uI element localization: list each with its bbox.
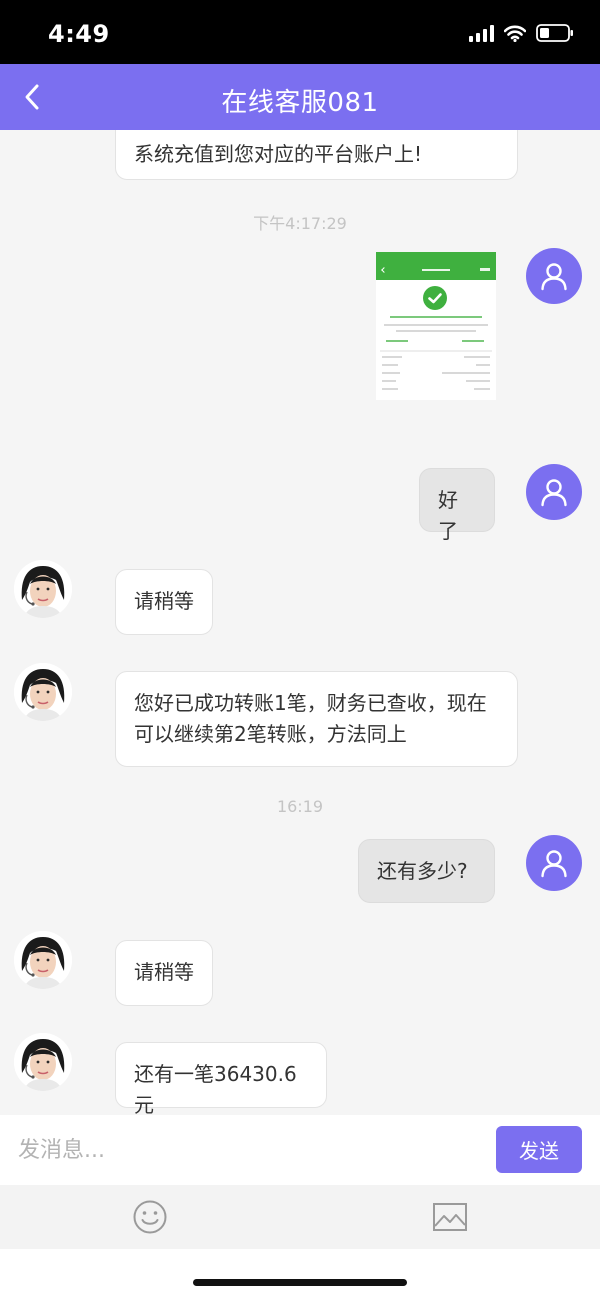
message-input[interactable] (18, 1134, 478, 1166)
agent-message-bubble: 请稍等 (115, 940, 213, 1006)
image-button[interactable] (432, 1201, 468, 1233)
user-avatar (526, 464, 582, 520)
message-text: 您好已成功转账1笔，财务已查收，现在可以继续第2笔转账，方法同上 (134, 691, 487, 746)
user-avatar (526, 835, 582, 891)
page-title: 在线客服081 (221, 88, 379, 118)
emoji-icon (133, 1200, 167, 1234)
message-text: 还有一笔36430.6元 (134, 1062, 297, 1115)
agent-message-bubble: 系统充值到您对应的平台账户上! (115, 130, 518, 180)
message-text: 还有多少? (377, 859, 468, 883)
message-text: 系统充值到您对应的平台账户上! (134, 142, 423, 166)
signal-icon (469, 24, 494, 42)
user-icon (541, 263, 567, 291)
composer-toolbar (0, 1185, 600, 1249)
user-icon (541, 479, 567, 507)
timestamp: 16:19 (276, 797, 324, 816)
agent-avatar (14, 560, 72, 618)
user-message-bubble: 还有多少? (358, 839, 495, 903)
image-icon (433, 1203, 467, 1231)
message-text: 请稍等 (134, 960, 194, 984)
user-message-bubble: 好了 (419, 468, 495, 543)
agent-message-bubble: 您好已成功转账1笔，财务已查收，现在可以继续第2笔转账，方法同上 (115, 671, 518, 767)
receipt-image[interactable] (376, 252, 496, 400)
agent-message-bubble: 请稍等 (115, 569, 213, 635)
send-button[interactable]: 发送 (496, 1126, 582, 1173)
battery-icon (536, 24, 574, 42)
composer-bar: 发送 (0, 1115, 600, 1185)
nav-bar: 在线客服081 (0, 64, 600, 130)
check-icon (423, 286, 447, 310)
wifi-icon (504, 25, 526, 42)
home-area (0, 1249, 600, 1299)
home-indicator[interactable] (193, 1279, 407, 1286)
status-time: 4:49 (48, 20, 110, 48)
emoji-button[interactable] (132, 1199, 168, 1235)
status-bar: 4:49 (0, 0, 600, 64)
user-icon (541, 850, 567, 878)
status-icons (469, 24, 574, 42)
message-text: 好了 (438, 488, 458, 543)
agent-avatar (14, 663, 72, 721)
agent-avatar (14, 931, 72, 989)
agent-avatar (14, 1033, 72, 1091)
user-avatar (526, 248, 582, 304)
agent-message-bubble: 还有一笔36430.6元 (115, 1042, 327, 1115)
chat-area[interactable]: 系统充值到您对应的平台账户上! 下午4:17:29 好了 请稍等 您好已成功转账… (0, 130, 600, 1115)
message-text: 请稍等 (134, 589, 194, 613)
timestamp: 下午4:17:29 (253, 214, 347, 233)
